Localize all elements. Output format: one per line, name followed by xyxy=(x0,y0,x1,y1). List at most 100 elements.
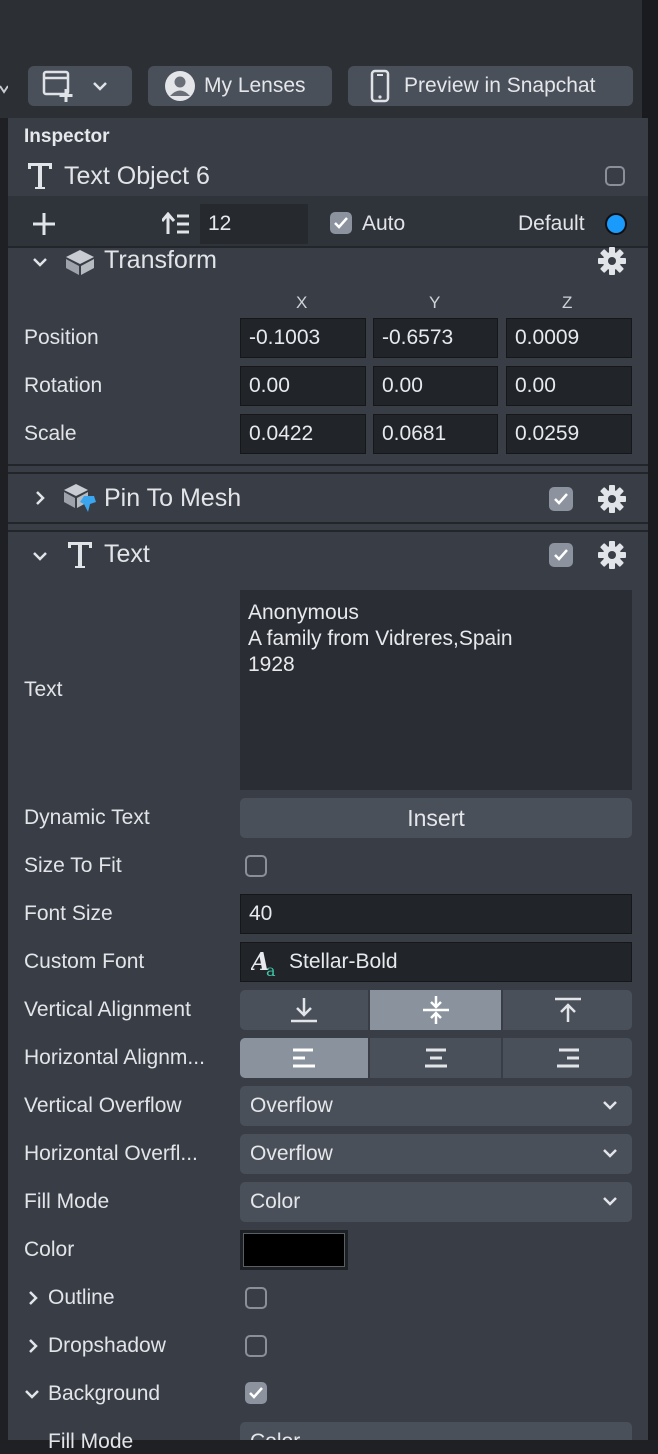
auto-checkbox[interactable] xyxy=(330,212,352,234)
font-asset-icon: A a xyxy=(251,947,276,978)
pin-to-mesh-enabled-checkbox[interactable] xyxy=(549,487,573,511)
dropshadow-checkbox[interactable] xyxy=(245,1335,267,1357)
chevron-down-icon[interactable] xyxy=(32,256,48,268)
object-name[interactable]: Text Object 6 xyxy=(64,162,210,191)
halign-left-button[interactable] xyxy=(240,1038,368,1078)
font-size-field[interactable]: 40 xyxy=(240,894,632,934)
dropshadow-label: Dropshadow xyxy=(48,1334,166,1357)
phone-icon xyxy=(370,69,390,103)
dynamic-text-label: Dynamic Text xyxy=(24,806,150,829)
text-settings-gear-icon[interactable] xyxy=(598,541,626,569)
text-content-area[interactable]: Anonymous A family from Vidreres,Spain 1… xyxy=(240,590,632,790)
chevron-down-icon xyxy=(93,82,107,91)
background-fill-mode-dropdown[interactable]: Color xyxy=(240,1422,632,1440)
rotation-label: Rotation xyxy=(24,374,103,397)
divider xyxy=(8,530,648,532)
color-label: Color xyxy=(24,1238,75,1261)
position-x-field[interactable]: -0.1003 xyxy=(240,318,366,358)
axis-x-label: X xyxy=(296,293,308,312)
size-to-fit-checkbox[interactable] xyxy=(245,855,267,877)
scale-label: Scale xyxy=(24,422,77,445)
my-lenses-button[interactable]: My Lenses xyxy=(148,66,332,106)
transform-settings-gear-icon[interactable] xyxy=(598,247,626,275)
custom-font-field[interactable]: A a Stellar-Bold xyxy=(240,942,632,982)
checkmark-icon xyxy=(554,549,568,561)
text-label: Text xyxy=(24,678,63,701)
preview-in-snapchat-button[interactable]: Preview in Snapchat xyxy=(348,66,633,106)
horizontal-overflow-dropdown[interactable]: Overflow xyxy=(240,1134,632,1174)
chevron-right-icon[interactable] xyxy=(27,1290,39,1306)
chevron-down-icon xyxy=(603,1101,617,1110)
align-center-icon xyxy=(424,1048,447,1068)
user-avatar-icon xyxy=(165,71,195,101)
overflow-caret-icon[interactable] xyxy=(0,84,8,94)
transform-title: Transform xyxy=(104,246,217,274)
chevron-down-icon[interactable] xyxy=(32,550,48,562)
chevron-right-icon[interactable] xyxy=(27,1338,39,1354)
scale-y-field[interactable]: 0.0681 xyxy=(373,414,498,454)
color-swatch-fill xyxy=(243,1233,345,1267)
fill-mode-value: Color xyxy=(250,1190,301,1213)
preview-label: Preview in Snapchat xyxy=(404,74,596,97)
vertical-overflow-dropdown[interactable]: Overflow xyxy=(240,1086,632,1126)
fill-mode-dropdown[interactable]: Color xyxy=(240,1182,632,1222)
color-swatch[interactable] xyxy=(240,1230,348,1270)
vertical-overflow-value: Overflow xyxy=(250,1094,333,1117)
add-object-button[interactable] xyxy=(28,66,132,106)
rotation-z-field[interactable]: 0.00 xyxy=(506,366,632,406)
layer-color-dot[interactable] xyxy=(605,213,627,235)
layer-order-icon xyxy=(162,212,189,234)
add-scene-object-icon xyxy=(42,70,73,102)
outline-checkbox[interactable] xyxy=(245,1287,267,1309)
chevron-down-icon xyxy=(603,1197,617,1206)
pin-to-mesh-icon xyxy=(64,484,96,512)
valign-top-button[interactable] xyxy=(503,990,632,1030)
vertical-overflow-label: Vertical Overflow xyxy=(24,1094,182,1117)
chevron-right-icon[interactable] xyxy=(34,490,46,506)
add-component-icon[interactable] xyxy=(32,212,56,236)
size-to-fit-label: Size To Fit xyxy=(24,854,122,877)
position-y-field[interactable]: -0.6573 xyxy=(373,318,498,358)
insert-button[interactable]: Insert xyxy=(240,798,632,838)
valign-center-button[interactable] xyxy=(370,990,501,1030)
background-fill-mode-label: Fill Mode xyxy=(48,1430,134,1453)
halign-center-button[interactable] xyxy=(370,1038,501,1078)
align-top-icon xyxy=(554,997,581,1022)
custom-font-label: Custom Font xyxy=(24,950,145,973)
text-line: Anonymous xyxy=(248,601,359,624)
divider xyxy=(8,472,648,474)
inspector-title: Inspector xyxy=(24,126,110,147)
background-fill-mode-value: Color xyxy=(250,1430,300,1440)
axis-y-label: Y xyxy=(429,293,441,312)
valign-bottom-button[interactable] xyxy=(240,990,368,1030)
align-left-icon xyxy=(293,1048,315,1068)
default-label: Default xyxy=(518,212,585,235)
pin-to-mesh-settings-gear-icon[interactable] xyxy=(598,485,626,513)
text-line: 1928 xyxy=(248,653,295,676)
pin-to-mesh-title: Pin To Mesh xyxy=(104,484,242,512)
text-object-icon xyxy=(28,163,52,189)
position-z-field[interactable]: 0.0009 xyxy=(506,318,632,358)
auto-label: Auto xyxy=(362,212,406,235)
scale-z-field[interactable]: 0.0259 xyxy=(506,414,632,454)
my-lenses-label: My Lenses xyxy=(204,74,306,97)
layer-order-input[interactable]: 12 xyxy=(200,204,308,244)
vertical-alignment-label: Vertical Alignment xyxy=(24,998,191,1021)
fill-mode-label: Fill Mode xyxy=(24,1190,110,1213)
text-component-enabled-checkbox[interactable] xyxy=(549,543,573,567)
position-label: Position xyxy=(24,326,99,349)
background-checkbox[interactable] xyxy=(245,1382,267,1404)
text-line: A family from Vidreres,Spain xyxy=(248,627,513,650)
object-enabled-checkbox[interactable] xyxy=(605,166,625,186)
checkmark-icon xyxy=(334,217,348,229)
checkmark-icon xyxy=(554,493,568,505)
scale-x-field[interactable]: 0.0422 xyxy=(240,414,366,454)
chevron-down-icon[interactable] xyxy=(24,1388,40,1400)
axis-z-label: Z xyxy=(562,293,573,312)
outline-label: Outline xyxy=(48,1286,115,1309)
rotation-y-field[interactable]: 0.00 xyxy=(373,366,498,406)
rotation-x-field[interactable]: 0.00 xyxy=(240,366,366,406)
font-size-label: Font Size xyxy=(24,902,113,925)
svg-text:a: a xyxy=(266,961,276,978)
halign-right-button[interactable] xyxy=(503,1038,632,1078)
